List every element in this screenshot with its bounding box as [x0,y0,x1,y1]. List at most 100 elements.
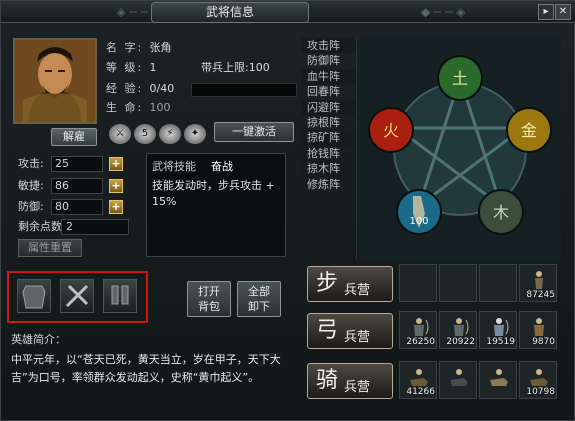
archer-icon [494,318,509,336]
water-value: 100 [409,216,428,227]
troop-slot[interactable] [439,264,477,302]
formation-item[interactable]: 修炼阵 [301,177,356,192]
formation-item[interactable]: 闪避阵 [301,99,356,115]
skill-description: 技能发动时，步兵攻击 + 15% [152,179,275,208]
boots-slot[interactable] [103,279,137,313]
name-label: 名 字: [106,41,144,54]
boots-icon [111,285,129,305]
level-row: 等 级: 1 带兵上限:100 [106,60,270,76]
agility-value: 86 [51,178,103,194]
exp-row: 经 验: 0/40 [106,81,174,97]
cavalry-icon [410,369,428,386]
unequip-line1: 全部 [248,285,270,298]
open-bag-line1: 打开 [198,285,220,298]
formation-item[interactable]: 掠根阵 [301,115,356,130]
title-ornament-left: ◈ ─ ─ ◆ [116,5,161,19]
formation-list: 攻击阵 防御阵 血牛阵 回春阵 闪避阵 掠根阵 掠矿阵 抢钱阵 掠木阵 修炼阵 [301,38,357,260]
five-element-pentagram: 土 火 金 100 木 [359,38,561,260]
agility-plus-button[interactable]: + [109,179,123,193]
troop-count: 9870 [532,337,555,347]
formation-item[interactable]: 掠矿阵 [301,130,356,146]
formation-item[interactable]: 防御阵 [301,53,356,68]
formation-item[interactable]: 攻击阵 [301,38,356,54]
defense-label: 防御: [18,200,44,213]
blade-icon[interactable]: ⚡ [159,124,181,144]
cavalry-sub-label: 兵营 [344,380,371,395]
wood-label: 木 [493,203,509,222]
window-title: 武将信息 [151,2,309,23]
formation-item[interactable]: 回春阵 [301,84,356,99]
troop-count: 19519 [486,337,515,347]
troop-count: 10798 [526,387,555,397]
troop-slot[interactable] [399,264,437,302]
cavalry-camp-button[interactable]: 骑 兵营 [307,363,393,399]
unequip-line2: 卸下 [248,300,270,313]
defense-value: 80 [51,199,103,215]
archer-icon [534,318,544,336]
infantry-sub-label: 兵营 [344,283,371,298]
dismiss-button[interactable]: 解雇 [51,128,97,146]
earth-label: 土 [452,69,468,88]
reset-attributes-button[interactable]: 属性重置 [18,239,82,257]
armor-slot[interactable] [17,279,51,313]
swords-icon[interactable]: ✦ [184,124,206,144]
weapon-slot[interactable] [60,279,94,313]
troop-slot[interactable]: 9870 [519,311,557,349]
five-icon[interactable]: 5 [134,124,156,144]
archer-icon [414,318,429,336]
archer-sub-label: 兵营 [344,330,371,345]
archer-main-label: 弓 [316,318,339,343]
hp-value: 100 [149,101,171,114]
troop-slot[interactable] [479,264,517,302]
cavalry-icon [530,369,548,386]
remaining-points-label: 剩余点数: [18,220,66,233]
attack-plus-button[interactable]: + [109,157,123,171]
exp-bar [191,83,297,97]
troop-count: 87245 [526,290,555,300]
troop-slot[interactable] [439,361,477,399]
formation-item[interactable]: 血牛阵 [301,68,356,85]
defense-plus-button[interactable]: + [109,200,123,214]
formation-item[interactable]: 掠木阵 [301,161,356,177]
troop-slot[interactable]: 26250 [399,311,437,349]
attack-label: 攻击: [18,157,44,170]
name-value: 张角 [149,41,172,54]
sword-icon[interactable]: ⚔ [109,124,131,144]
troop-count: 26250 [406,337,435,347]
close-button[interactable]: ✕ [555,4,571,20]
skill-name: 奋战 [211,160,233,173]
one-click-activate-button[interactable]: 一键激活 [214,122,294,142]
troop-slot[interactable]: 10798 [519,361,557,399]
formation-item[interactable]: 抢钱阵 [301,146,356,161]
troop-slot[interactable]: 87245 [519,264,557,302]
troop-slot[interactable]: 19519 [479,311,517,349]
infantry-main-label: 步 [316,271,339,296]
troop-slot[interactable]: 20922 [439,311,477,349]
remaining-points-value: 2 [61,219,129,235]
title-ornament-right: ◆ ─ ─ ◈ [421,5,466,19]
open-bag-button[interactable]: 打开 背包 [187,281,231,317]
metal-label: 金 [521,121,537,140]
cavalry-icon [450,369,468,386]
open-bag-line2: 背包 [198,300,220,313]
level-label: 等 级: [106,61,144,74]
skill-title: 武将技能 [152,160,196,173]
infantry-icon [535,271,543,289]
equipment-slots [7,271,148,323]
troop-slot[interactable] [479,361,517,399]
level-value: 1 [149,61,157,74]
portrait-image [15,40,95,122]
infantry-camp-button[interactable]: 步 兵营 [307,266,393,302]
fire-label: 火 [383,121,399,140]
cavalry-main-label: 骑 [316,368,339,393]
title-bar: ◈ ─ ─ ◆ 武将信息 ◆ ─ ─ ◈ ▸ ✕ [1,1,575,23]
troop-slot[interactable]: 41266 [399,361,437,399]
weapon-icon [65,284,89,308]
bio-title: 英雄简介： [11,333,66,346]
troop-cap-value: 100 [248,61,270,74]
nav-arrow-button[interactable]: ▸ [538,4,554,20]
archer-camp-button[interactable]: 弓 兵营 [307,313,393,349]
unequip-all-button[interactable]: 全部 卸下 [237,281,281,317]
exp-label: 经 验: [106,82,144,95]
armor-icon [22,285,46,309]
